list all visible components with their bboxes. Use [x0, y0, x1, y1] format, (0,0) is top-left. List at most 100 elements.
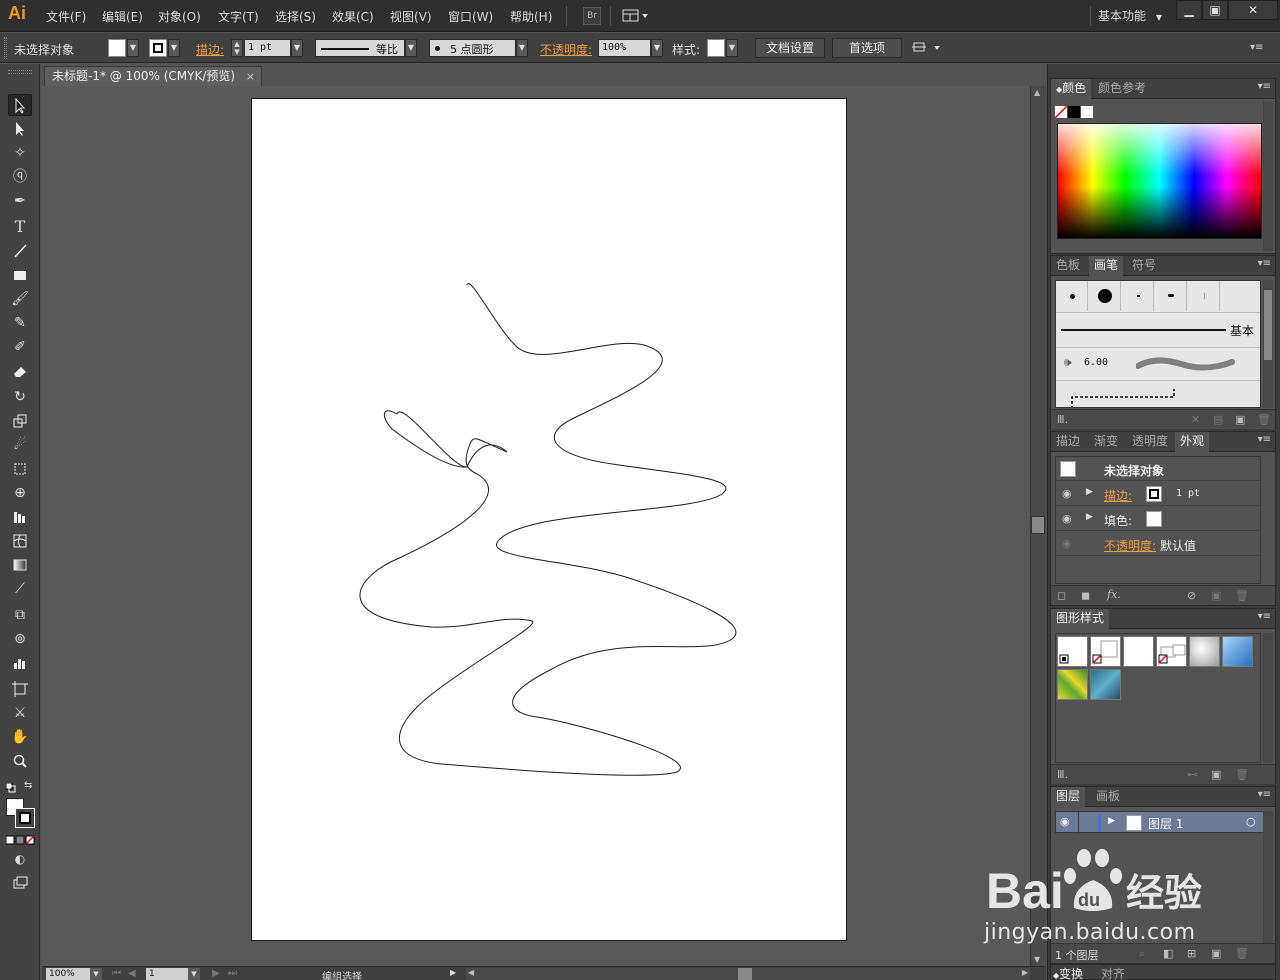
menu-effect[interactable]: 效果(C) — [332, 8, 374, 26]
brush-dot-small[interactable] — [1056, 281, 1088, 311]
brush-dropdown[interactable]: ▼ — [516, 39, 528, 57]
artboard-dropdown[interactable]: ▼ — [188, 968, 200, 980]
eraser-tool[interactable] — [8, 360, 32, 382]
default-colors-button[interactable] — [5, 782, 16, 793]
document-setup-button[interactable]: 文档设置 — [755, 38, 825, 58]
brush-calligraphic-2[interactable] — [1155, 281, 1187, 311]
brush-list-scrollbar[interactable] — [1263, 280, 1273, 408]
swap-colors-button[interactable]: ⇆ — [24, 780, 32, 791]
visibility-eye-icon[interactable]: ◉ — [1062, 512, 1072, 525]
close-window-button[interactable]: ✕ — [1228, 0, 1278, 20]
new-layer-icon[interactable]: ▣ — [1211, 947, 1221, 960]
style-teal-swirl[interactable] — [1090, 669, 1121, 700]
scroll-left-icon[interactable]: ◀ — [468, 968, 474, 977]
brush-list-scroll-thumb[interactable] — [1264, 290, 1272, 360]
tab-symbols[interactable]: 符号 — [1127, 256, 1161, 276]
visibility-eye-icon[interactable]: ◉ — [1062, 537, 1072, 550]
hand-tool[interactable]: ✋ — [8, 726, 32, 748]
add-stroke-icon[interactable]: ◻ — [1057, 589, 1066, 602]
layer-target-icon[interactable]: ○ — [1246, 815, 1256, 828]
fill-swatch[interactable] — [108, 39, 126, 57]
free-transform-tool[interactable] — [8, 458, 32, 480]
duplicate-item-icon[interactable]: ▣ — [1211, 589, 1221, 602]
stroke-row-label[interactable]: 描边: — [1104, 487, 1132, 504]
blob-brush-tool[interactable]: ✐ — [8, 336, 32, 358]
stroke-weight-dropdown[interactable]: ▼ — [291, 39, 303, 57]
fill-dropdown[interactable]: ▼ — [127, 39, 139, 57]
magic-wand-tool[interactable]: ✧ — [8, 142, 32, 164]
first-artboard-icon[interactable]: ⏮ — [112, 968, 121, 979]
stroke-color-box[interactable] — [15, 808, 35, 828]
shape-builder-tool[interactable]: ⊕ — [8, 482, 32, 504]
add-effect-icon[interactable]: fx. — [1107, 588, 1121, 601]
delete-item-icon[interactable]: 🗑 — [1235, 589, 1249, 602]
tab-gradient[interactable]: 渐变 — [1089, 432, 1123, 452]
horizontal-scroll-thumb[interactable] — [738, 968, 752, 980]
mesh-tool[interactable] — [8, 530, 32, 552]
status-menu-arrow[interactable]: ▶ — [450, 968, 456, 977]
appearance-stroke-row[interactable]: ◉ ▶ 描边: 1 pt — [1056, 482, 1262, 506]
brush-dot-large[interactable] — [1089, 281, 1121, 311]
panel-menu-icon[interactable]: ▾≡ — [1258, 258, 1271, 269]
menu-view[interactable]: 视图(V) — [390, 8, 432, 26]
menu-type[interactable]: 文字(T) — [218, 8, 259, 26]
line-segment-tool[interactable] — [8, 240, 32, 262]
symbol-sprayer-tool[interactable]: ⊚ — [8, 628, 32, 650]
warp-tool[interactable]: ☄ — [8, 434, 32, 456]
layers-scrollbar[interactable] — [1263, 811, 1273, 943]
paintbrush-tool[interactable]: 🖌 — [8, 288, 32, 310]
slice-tool[interactable]: ⚔ — [8, 702, 32, 724]
clear-appearance-icon[interactable]: ⊘ — [1187, 589, 1196, 602]
last-artboard-icon[interactable]: ⏭ — [228, 968, 237, 979]
pen-tool[interactable]: ✒ — [8, 190, 32, 212]
panel-menu-icon[interactable]: ▾≡ — [1258, 81, 1271, 92]
delete-brush-icon[interactable]: 🗑 — [1257, 413, 1271, 426]
style-blue-bevel[interactable] — [1222, 636, 1253, 667]
opacity-field[interactable]: 100% — [598, 39, 651, 57]
brush-basic-row[interactable]: 基本 — [1056, 312, 1260, 346]
stroke-dropdown[interactable]: ▼ — [168, 39, 180, 57]
menu-window[interactable]: 窗口(W) — [448, 8, 493, 26]
options-icon[interactable]: ▤ — [1213, 413, 1223, 426]
zoom-field[interactable]: 100% — [46, 968, 90, 980]
layer-row[interactable]: ◉ ▶ 图层 1 ○ — [1055, 811, 1267, 834]
style-white[interactable] — [1123, 636, 1154, 667]
color-mode-buttons[interactable] — [5, 834, 36, 845]
delete-layer-icon[interactable]: 🗑 — [1235, 947, 1249, 960]
rectangle-tool[interactable] — [8, 264, 32, 286]
bridge-button[interactable]: Br — [583, 7, 601, 25]
style-default[interactable] — [1057, 636, 1088, 667]
direct-selection-tool[interactable] — [8, 118, 32, 140]
arrange-documents-button[interactable] — [622, 8, 650, 24]
preferences-button[interactable]: 首选项 — [832, 38, 902, 58]
tab-swatches[interactable]: 色板 — [1051, 256, 1085, 276]
panel-menu-icon[interactable]: ▾≡ — [1258, 434, 1271, 445]
zoom-dropdown[interactable]: ▼ — [90, 968, 102, 980]
panel-menu-icon[interactable]: ▾≡ — [1258, 611, 1271, 622]
brush-definition[interactable]: 5 点圆形 — [429, 39, 516, 57]
zoom-tool[interactable] — [8, 750, 32, 772]
tab-align[interactable]: 对齐 — [1101, 965, 1125, 980]
fill-row-swatch[interactable] — [1146, 511, 1162, 527]
tab-artboards[interactable]: 画板 — [1091, 787, 1125, 807]
tab-layers[interactable]: 图层 — [1051, 787, 1086, 807]
make-clipping-mask-icon[interactable]: ◧ — [1163, 947, 1173, 960]
artboard[interactable] — [251, 98, 847, 941]
control-bar-menu-icon[interactable]: ▾≡ — [1250, 42, 1263, 53]
color-panel-scrollbar[interactable] — [1263, 101, 1273, 251]
eyedropper-tool[interactable]: ⟋ — [8, 578, 32, 600]
scale-tool[interactable] — [8, 410, 32, 432]
menu-edit[interactable]: 编辑(E) — [102, 8, 143, 26]
new-sublayer-icon[interactable]: ⊞ — [1187, 947, 1196, 960]
tools-grip[interactable] — [8, 70, 32, 74]
tab-stroke[interactable]: 描边 — [1051, 432, 1085, 452]
locate-object-icon[interactable]: ⌕ — [1139, 947, 1145, 961]
workspace-switcher[interactable]: 基本功能 ▼ — [1098, 7, 1162, 24]
layer-expand-triangle-icon[interactable]: ▶ — [1108, 816, 1115, 826]
brush-pattern-row[interactable] — [1056, 380, 1260, 407]
arrange-button[interactable] — [912, 40, 942, 56]
panel-menu-icon[interactable]: ▾≡ — [1258, 789, 1271, 800]
tab-appearance[interactable]: 外观 — [1175, 432, 1210, 452]
path-outline[interactable] — [359, 283, 737, 776]
freeform-path[interactable] — [252, 99, 848, 942]
